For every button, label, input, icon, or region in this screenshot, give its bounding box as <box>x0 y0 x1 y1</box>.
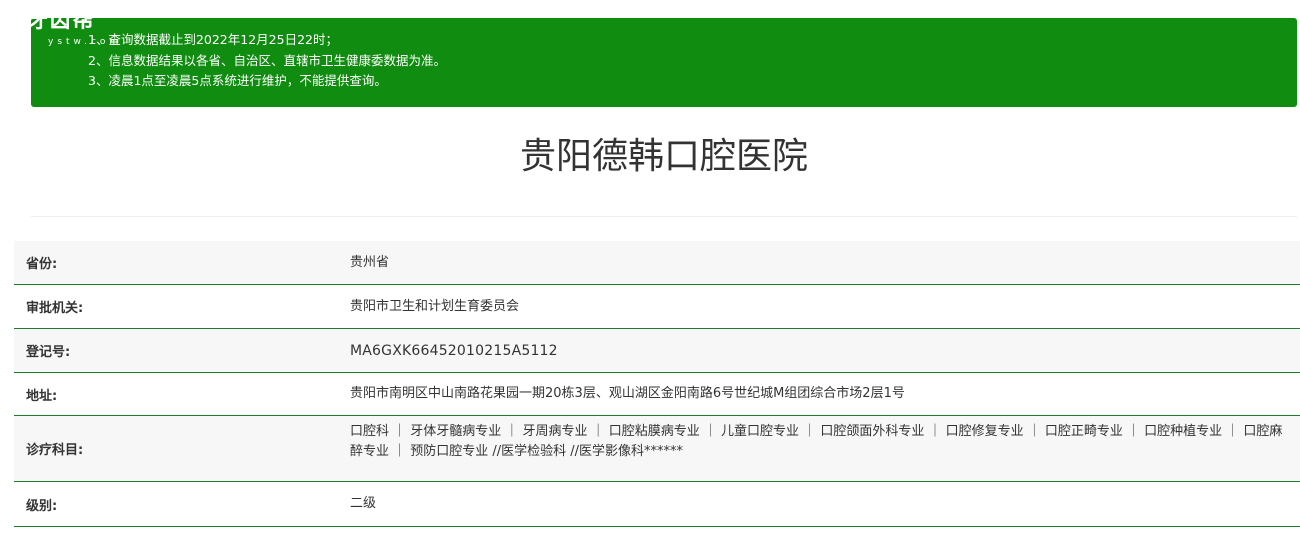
notice-line: 3、凌晨1点至凌晨5点系统进行维护，不能提供查询。 <box>88 73 387 88</box>
row-value: 口腔科 ｜ 牙体牙髓病专业 ｜ 牙周病专业 ｜ 口腔粘膜病专业 ｜ 儿童口腔专业… <box>350 424 1283 459</box>
notice-banner: 1、查询数据截止到2022年12月25日22时； 2、信息数据结果以各省、自治区… <box>31 18 1297 107</box>
row-label: 诊疗科目: <box>26 443 84 458</box>
title-divider <box>31 216 1297 217</box>
row-value-wrap: 口腔科 ｜ 牙体牙髓病专业 ｜ 牙周病专业 ｜ 口腔粘膜病专业 ｜ 儿童口腔专业… <box>340 416 1300 481</box>
row-value: 二级 <box>350 496 377 511</box>
notice-line: 1、查询数据截止到2022年12月25日22时； <box>88 32 338 47</box>
info-row-departments: 诊疗科目: 口腔科 ｜ 牙体牙髓病专业 ｜ 牙周病专业 ｜ 口腔粘膜病专业 ｜ … <box>14 416 1300 482</box>
row-label: 审批机关: <box>26 301 84 316</box>
hospital-name: 贵阳德韩口腔医院 <box>519 136 808 177</box>
row-label: 省份: <box>26 257 58 272</box>
info-row-level: 级别: 二级 <box>14 482 1300 527</box>
row-label: 登记号: <box>26 345 71 360</box>
row-value: 贵阳市卫生和计划生育委员会 <box>350 298 520 314</box>
row-value: 贵州省 <box>350 254 390 270</box>
row-value: MA6GXK66452010215A5112 <box>350 342 558 359</box>
info-row-approval-authority: 审批机关: 贵阳市卫生和计划生育委员会 <box>14 285 1300 329</box>
row-label: 地址: <box>26 388 58 404</box>
info-row-registration-number: 登记号: MA6GXK66452010215A5112 <box>14 329 1300 373</box>
info-row-address: 地址: 贵阳市南明区中山南路花果园一期20栋3层、观山湖区金阳南路6号世纪城M组… <box>14 373 1300 416</box>
notice-line: 2、信息数据结果以各省、自治区、直辖市卫生健康委数据为准。 <box>88 52 446 68</box>
row-value: 贵阳市南明区中山南路花果园一期20栋3层、观山湖区金阳南路6号世纪城M组团综合市… <box>350 386 905 401</box>
logo-mark-icon: ♢ <box>6 10 21 29</box>
hospital-info-table: 省份: 贵州省 审批机关: 贵阳市卫生和计划生育委员会 登记号: MA6GXK6… <box>14 241 1300 527</box>
info-row-province: 省份: 贵州省 <box>14 241 1300 285</box>
row-label: 级别: <box>26 498 58 514</box>
